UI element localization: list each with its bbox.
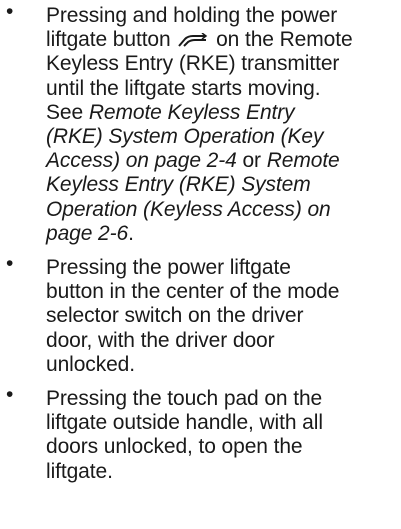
cross-reference: Operation (Keyless Access) on xyxy=(46,197,331,221)
list-item-touch-pad: • Pressing the touch pad on the liftgate… xyxy=(0,383,401,484)
text-line: Pressing the power liftgate xyxy=(46,256,291,280)
text-line: until the liftgate starts moving. xyxy=(46,76,321,100)
cross-reference: Remote xyxy=(266,149,340,173)
cross-reference: Keyless Entry (RKE) System xyxy=(46,173,311,197)
cross-reference: Remote Keyless Entry xyxy=(88,100,295,124)
cross-reference: Access) on page 2-4 xyxy=(46,149,237,173)
cross-reference: (RKE) System Operation (Key xyxy=(46,125,324,149)
text-line: liftgate outside handle, with all xyxy=(46,411,323,435)
text-line: liftgate. xyxy=(46,459,113,483)
text-line: selector switch on the driver xyxy=(46,304,304,328)
text-line: Pressing the touch pad on the xyxy=(46,387,323,411)
bullet: • xyxy=(6,252,14,276)
text-line: See Remote Keyless Entry xyxy=(46,100,295,124)
power-liftgate-icon xyxy=(178,33,208,47)
text-line: Pressing and holding the power xyxy=(46,4,338,27)
bullet: • xyxy=(6,383,14,407)
cross-reference: page 2-6 xyxy=(46,221,129,245)
text-line: unlocked. xyxy=(46,352,135,376)
bullet: • xyxy=(6,0,14,23)
text-line: Keyless Entry (RKE) transmitter xyxy=(46,52,340,76)
text-line: page 2-6. xyxy=(46,221,134,245)
text-line: liftgate button on the Remote xyxy=(46,28,353,52)
text-line: button in the center of the mode xyxy=(46,280,340,304)
text-line: doors unlocked, to open the xyxy=(46,435,303,459)
text-line: door, with the driver door xyxy=(46,328,275,352)
list-item-rke-transmitter: • Pressing and holding the power liftgat… xyxy=(0,0,401,246)
text-line: Access) on page 2-4 or Remote xyxy=(46,149,340,173)
list-item-mode-selector: • Pressing the power liftgate button in … xyxy=(0,252,401,377)
instruction-list: • Pressing and holding the power liftgat… xyxy=(0,0,401,484)
